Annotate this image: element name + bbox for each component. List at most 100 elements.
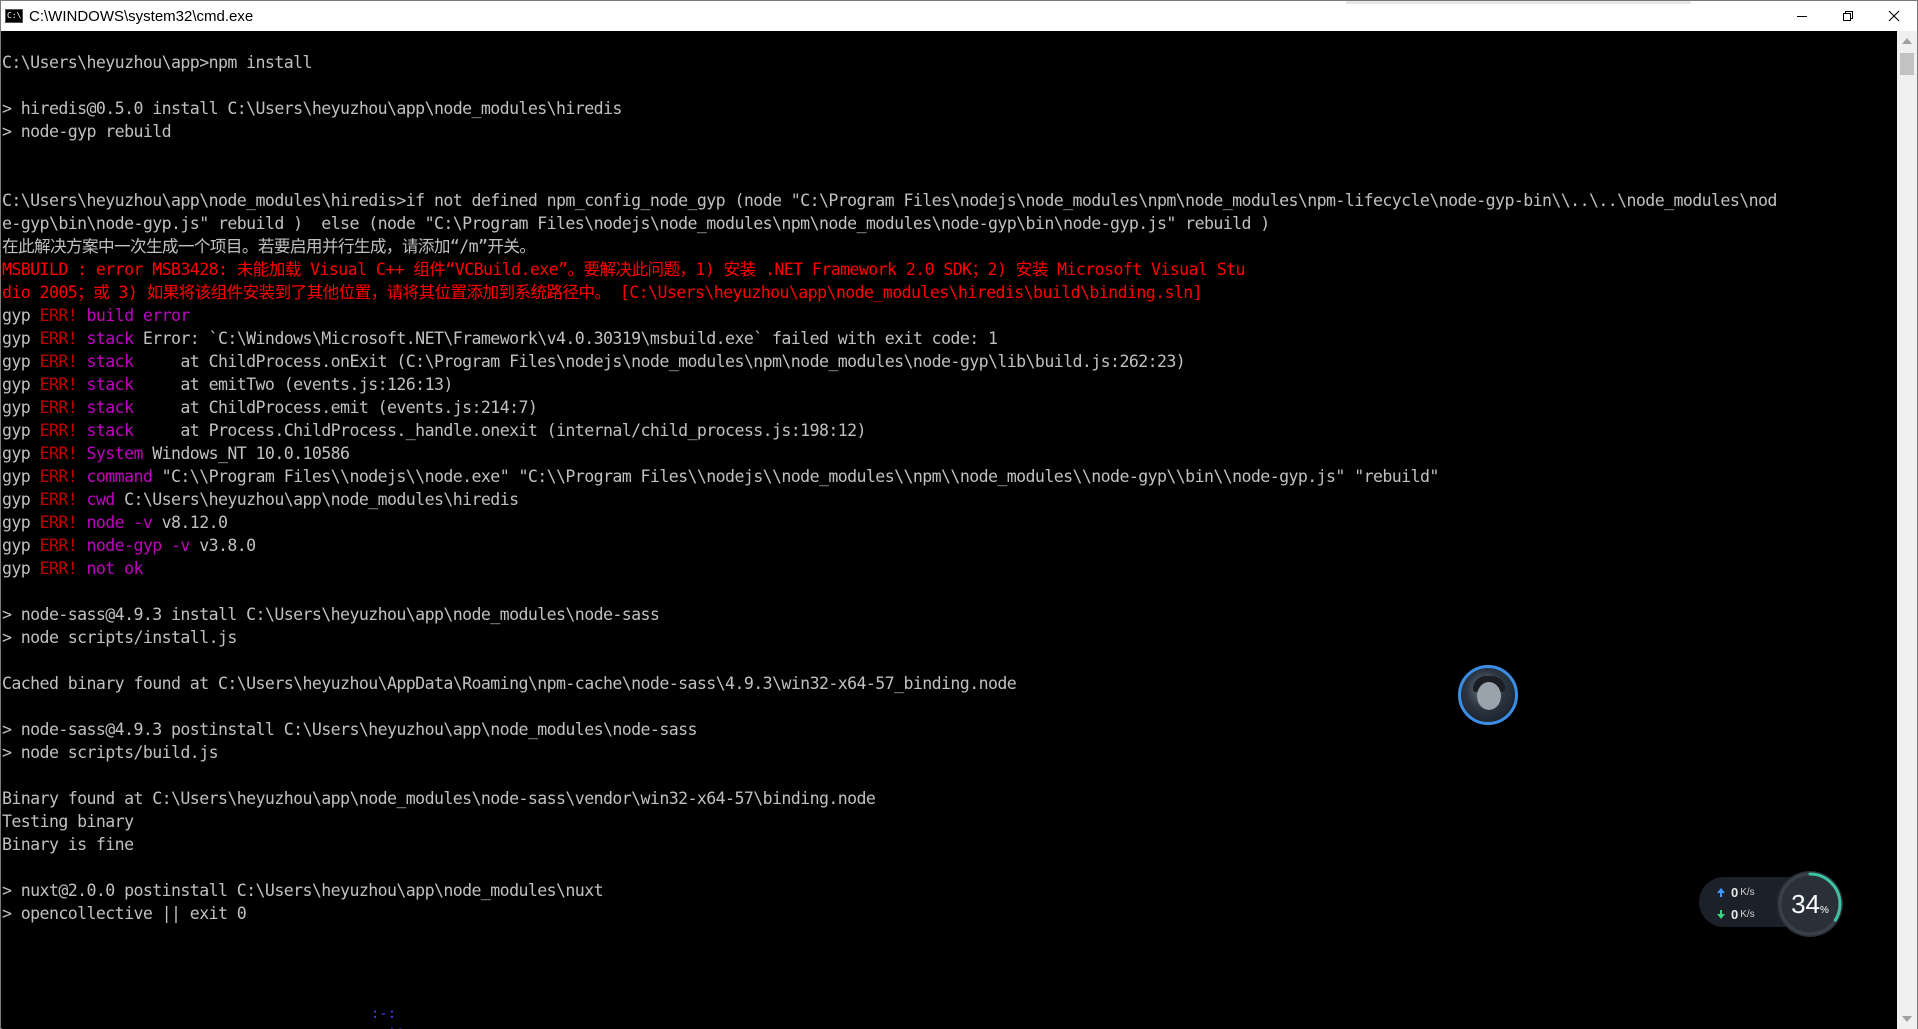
console-text: ERR! xyxy=(39,352,78,371)
console-text: dio 2005；或 3) 如果将该组件安装到了其他位置，请将其位置添加到系统路… xyxy=(2,283,1203,302)
close-button[interactable] xyxy=(1871,1,1917,31)
console-text: C:\Users\heyuzhou\app\node_modules\hired… xyxy=(114,490,519,509)
console-line: > node-sass@4.9.3 postinstall C:\Users\h… xyxy=(2,718,1777,741)
console-text: ERR! xyxy=(39,329,78,348)
download-value: 0 xyxy=(1731,907,1739,922)
titlebar-overlay xyxy=(1346,1,1691,4)
restore-button[interactable] xyxy=(1825,1,1871,31)
console-text: at emitTwo (events.js:126:13) xyxy=(133,375,453,394)
console-text: > nuxt@2.0.0 postinstall C:\Users\heyuzh… xyxy=(2,881,604,900)
console-text: ERR! xyxy=(39,513,78,532)
console-text: > node scripts/install.js xyxy=(2,628,237,647)
console-text: v3.8.0 xyxy=(189,536,256,555)
console-text: cwd xyxy=(86,490,116,509)
console-line: > node scripts/build.js xyxy=(2,741,1777,764)
upload-arrow-icon xyxy=(1717,888,1725,897)
console-text: > node-gyp rebuild xyxy=(2,122,172,141)
console-lines: C:\Users\heyuzhou\app>npm install > hired… xyxy=(2,51,1777,925)
scroll-up-icon xyxy=(1902,38,1912,44)
console-line: Testing binary xyxy=(2,810,1777,833)
console-text: ERR! xyxy=(39,398,78,417)
console-text: > node-sass@4.9.3 install C:\Users\heyuz… xyxy=(2,605,660,624)
window-title: C:\WINDOWS\system32\cmd.exe xyxy=(29,7,254,25)
minimize-icon xyxy=(1797,16,1807,17)
console-line: gyp ERR! node -v v8.12.0 xyxy=(2,511,1777,534)
console-line: C:\Users\heyuzhou\app\node_modules\hired… xyxy=(2,189,1777,212)
scroll-thumb[interactable] xyxy=(1900,53,1914,75)
console-text: stack xyxy=(86,329,135,348)
console-output[interactable]: C:\Users\heyuzhou\app>npm install > hired… xyxy=(2,31,1898,1029)
console-line: gyp ERR! cwd C:\Users\heyuzhou\app\node_… xyxy=(2,488,1777,511)
console-text: not ok xyxy=(86,559,144,578)
console-text: ERR! xyxy=(39,421,78,440)
download-speed: 0 K/s xyxy=(1717,907,1755,922)
console-text: at ChildProcess.emit (events.js:214:7) xyxy=(133,398,538,417)
console-text: command xyxy=(86,467,153,486)
console-text: ERR! xyxy=(39,375,78,394)
cmd-icon: C:\ xyxy=(5,9,23,23)
upload-unit: K/s xyxy=(1740,887,1755,898)
console-line: Binary is fine xyxy=(2,833,1777,856)
console-text: ERR! xyxy=(39,536,78,555)
window-controls xyxy=(1779,1,1917,31)
console-text: stack xyxy=(86,398,135,417)
memory-usage-gauge[interactable]: 34% xyxy=(1777,871,1843,937)
console-line: gyp ERR! stack Error: `C:\Windows\Micros… xyxy=(2,327,1777,350)
console-text: ERR! xyxy=(39,444,78,463)
console-line: > node-gyp rebuild xyxy=(2,120,1777,143)
console-text: Testing binary xyxy=(2,812,134,831)
console-text: Binary is fine xyxy=(2,835,134,854)
avatar-face xyxy=(1477,682,1501,710)
console-line: gyp ERR! command "C:\\Program Files\\nod… xyxy=(2,465,1777,488)
console-text: > opencollective || exit 0 xyxy=(2,904,247,923)
console-text: Binary found at C:\Users\heyuzhou\app\no… xyxy=(2,789,876,808)
scroll-down-button[interactable] xyxy=(1897,1009,1917,1029)
console-text: ERR! xyxy=(39,559,78,578)
console-text: ERR! xyxy=(39,490,78,509)
network-speed-widget[interactable]: 0 K/s 0 K/s 34% xyxy=(1699,871,1845,937)
console-text: Error: `C:\Windows\Microsoft.NET\Framewo… xyxy=(133,329,998,348)
usage-percent: 34% xyxy=(1791,889,1829,920)
floating-avatar[interactable] xyxy=(1458,665,1518,725)
console-text: gyp xyxy=(2,559,40,578)
minimize-button[interactable] xyxy=(1779,1,1825,31)
console-text: v8.12.0 xyxy=(152,513,228,532)
console-text: Windows_NT 10.0.10586 xyxy=(142,444,350,463)
console-line: gyp ERR! not ok xyxy=(2,557,1777,580)
console-line: gyp ERR! stack at ChildProcess.onExit (C… xyxy=(2,350,1777,373)
console-text: gyp xyxy=(2,421,40,440)
vertical-scrollbar[interactable] xyxy=(1897,31,1917,1029)
console-line: gyp ERR! stack at ChildProcess.emit (eve… xyxy=(2,396,1777,419)
console-line: MSBUILD : error MSB3428: 未能加载 Visual C++… xyxy=(2,258,1777,281)
console-text: MSBUILD : error MSB3428: 未能加载 Visual C++… xyxy=(2,260,1246,279)
console-text: ERR! xyxy=(39,306,78,325)
console-line: > hiredis@0.5.0 install C:\Users\heyuzho… xyxy=(2,97,1777,120)
title-bar[interactable]: C:\ C:\WINDOWS\system32\cmd.exe xyxy=(1,1,1917,31)
console-text: gyp xyxy=(2,352,40,371)
console-text: gyp xyxy=(2,490,40,509)
console-text: node -v xyxy=(86,513,153,532)
console-text: node-gyp -v xyxy=(86,536,191,555)
scroll-up-button[interactable] xyxy=(1897,31,1917,51)
console-line: gyp ERR! System Windows_NT 10.0.10586 xyxy=(2,442,1777,465)
console-text: Cached binary found at C:\Users\heyuzhou… xyxy=(2,674,1017,693)
console-text: > node-sass@4.9.3 postinstall C:\Users\h… xyxy=(2,720,697,739)
console-text: gyp xyxy=(2,329,40,348)
console-text: > node scripts/build.js xyxy=(2,743,219,762)
console-text: e-gyp\bin\node-gyp.js" rebuild ) else (n… xyxy=(2,214,1270,233)
console-text: gyp xyxy=(2,306,40,325)
console-line: 在此解决方案中一次生成一个项目。若要启用并行生成，请添加“/m”开关。 xyxy=(2,235,1777,258)
console-text: System xyxy=(86,444,144,463)
console-text: at ChildProcess.onExit (C:\Program Files… xyxy=(133,352,1186,371)
